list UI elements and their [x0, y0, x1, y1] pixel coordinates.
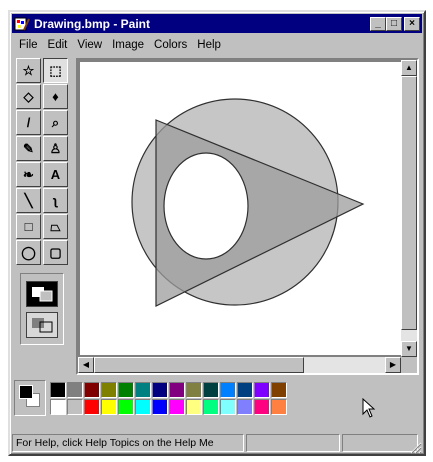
color-swatch[interactable] [135, 382, 151, 398]
color-swatch[interactable] [237, 382, 253, 398]
brush-icon[interactable]: ♙ [43, 136, 68, 161]
select-icon[interactable]: ⬚ [43, 58, 68, 83]
color-swatch[interactable] [220, 382, 236, 398]
foreground-color[interactable] [19, 385, 33, 399]
current-colors[interactable] [14, 380, 46, 416]
color-swatch[interactable] [84, 399, 100, 415]
color-swatch[interactable] [203, 399, 219, 415]
polygon-icon[interactable]: ⏢ [43, 214, 68, 239]
status-help-text: For Help, click Help Topics on the Help … [12, 434, 244, 452]
color-swatch[interactable] [67, 382, 83, 398]
paint-window: Drawing.bmp - Paint _ □ × File Edit View… [8, 10, 426, 456]
color-swatch[interactable] [169, 399, 185, 415]
color-swatch[interactable] [152, 399, 168, 415]
tool-options [20, 273, 64, 345]
eraser-icon[interactable]: ◇ [16, 84, 41, 109]
paint-app-icon[interactable] [14, 16, 30, 32]
color-swatch[interactable] [101, 399, 117, 415]
opaque-option-icon[interactable] [26, 280, 58, 307]
scroll-right-button[interactable]: ▶ [385, 357, 401, 373]
menu-help[interactable]: Help [192, 39, 226, 51]
vertical-scrollbar[interactable]: ▲ ▼ [401, 60, 417, 357]
airbrush-icon[interactable]: ❧ [16, 162, 41, 187]
menu-colors[interactable]: Colors [149, 39, 192, 51]
scroll-corner [401, 357, 417, 373]
color-swatch[interactable] [254, 399, 270, 415]
color-swatch[interactable] [50, 399, 66, 415]
pencil-icon[interactable]: ✎ [16, 136, 41, 161]
color-swatch[interactable] [118, 399, 134, 415]
text-icon[interactable]: A [43, 162, 68, 187]
canvas-viewport: ▲ ▼ ◀ ▶ [76, 58, 419, 375]
horizontal-scroll-thumb[interactable] [94, 357, 304, 373]
title-bar[interactable]: Drawing.bmp - Paint _ □ × [12, 14, 422, 33]
window-title: Drawing.bmp - Paint [34, 16, 151, 31]
color-swatch[interactable] [135, 399, 151, 415]
menu-file[interactable]: File [14, 39, 43, 51]
menu-bar: File Edit View Image Colors Help [14, 36, 420, 54]
color-swatch[interactable] [220, 399, 236, 415]
tool-box: ☆ ⬚ ◇ ♦ / ⌕ ✎ ♙ ❧ A ╲ ʅ □ ⏢ ◯ ▢ [16, 58, 72, 363]
drawing-canvas[interactable] [80, 62, 401, 355]
color-swatch[interactable] [271, 399, 287, 415]
menu-view[interactable]: View [72, 39, 107, 51]
color-swatch[interactable] [237, 399, 253, 415]
scroll-left-button[interactable]: ◀ [78, 357, 94, 373]
color-swatch[interactable] [169, 382, 185, 398]
status-bar: For Help, click Help Topics on the Help … [12, 432, 422, 454]
color-swatch[interactable] [271, 382, 287, 398]
vertical-scroll-thumb[interactable] [401, 76, 417, 330]
pick-color-icon[interactable]: / [16, 110, 41, 135]
magnifier-icon[interactable]: ⌕ [43, 110, 68, 135]
color-swatch[interactable] [152, 382, 168, 398]
ellipse-icon[interactable]: ◯ [16, 240, 41, 265]
menu-edit[interactable]: Edit [43, 39, 73, 51]
color-swatch[interactable] [101, 382, 117, 398]
color-swatch[interactable] [84, 382, 100, 398]
status-size [342, 434, 418, 452]
line-icon[interactable]: ╲ [16, 188, 41, 213]
color-swatch[interactable] [203, 382, 219, 398]
horizontal-scrollbar[interactable]: ◀ ▶ [78, 357, 401, 373]
resize-grip-icon[interactable] [408, 440, 422, 454]
curve-icon[interactable]: ʅ [43, 188, 68, 213]
color-swatch[interactable] [118, 382, 134, 398]
close-button[interactable]: × [404, 16, 420, 31]
free-form-select-icon[interactable]: ☆ [16, 58, 41, 83]
status-coordinates [246, 434, 340, 452]
scroll-up-button[interactable]: ▲ [401, 60, 417, 76]
canvas-area [78, 60, 401, 357]
rounded-rectangle-icon[interactable]: ▢ [43, 240, 68, 265]
color-swatch[interactable] [186, 399, 202, 415]
fill-icon[interactable]: ♦ [43, 84, 68, 109]
color-swatch[interactable] [254, 382, 270, 398]
color-palette [14, 380, 314, 418]
transparent-option-icon[interactable] [26, 311, 58, 338]
mouse-pointer-icon [362, 398, 376, 418]
maximize-button[interactable]: □ [386, 16, 402, 31]
scroll-down-button[interactable]: ▼ [401, 341, 417, 357]
color-swatch[interactable] [186, 382, 202, 398]
color-swatch[interactable] [50, 382, 66, 398]
color-swatch[interactable] [67, 399, 83, 415]
inner-ellipse-shape [163, 152, 249, 260]
minimize-button[interactable]: _ [370, 16, 386, 31]
rectangle-icon[interactable]: □ [16, 214, 41, 239]
menu-image[interactable]: Image [107, 39, 149, 51]
